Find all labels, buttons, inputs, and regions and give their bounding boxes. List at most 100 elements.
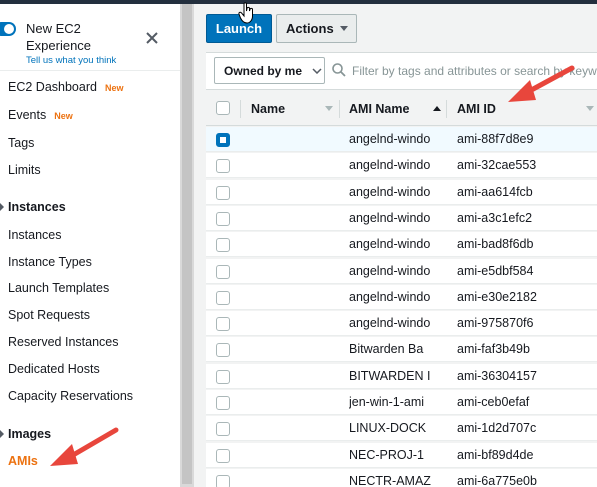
cell-ami-name: LINUX-DOCK	[349, 421, 427, 436]
table-row[interactable]: angelnd-windo ami-e30e2182	[206, 284, 597, 310]
owned-by-select[interactable]: Owned by me	[214, 57, 325, 84]
column-header-name[interactable]: Name	[251, 90, 285, 127]
cell-ami-id: ami-88f7d8e9	[457, 132, 534, 146]
cell-name	[251, 469, 336, 487]
row-checkbox[interactable]	[216, 264, 230, 279]
sidebar-section-instances[interactable]: Instances	[8, 200, 66, 214]
cell-ami-name: angelnd-windo	[349, 289, 431, 304]
experience-toggle[interactable]	[0, 22, 16, 36]
cell-ami-id: ami-36304157	[457, 368, 537, 383]
row-checkbox[interactable]	[216, 369, 230, 384]
cell-ami-id: ami-bad8f6db	[457, 237, 534, 252]
table-row[interactable]: angelnd-windo ami-88f7d8e9	[206, 127, 597, 152]
table-row[interactable]: jen-win-1-ami ami-ceb0efaf	[206, 390, 597, 415]
select-all-checkbox[interactable]	[216, 101, 230, 115]
sort-icon[interactable]	[586, 106, 594, 111]
chevron-down-icon	[339, 26, 348, 31]
cell-ami-name: angelnd-windo	[349, 158, 431, 173]
sidebar-item-limits[interactable]: Limits	[8, 163, 41, 177]
cell-name	[251, 153, 336, 178]
column-header-ami-id[interactable]: AMI ID	[457, 90, 496, 127]
experience-title: New EC2 Experience	[26, 21, 92, 53]
sidebar-item-amis[interactable]: AMIs	[8, 454, 38, 468]
cell-ami-name: angelnd-windo	[349, 316, 431, 331]
row-checkbox[interactable]	[216, 238, 230, 253]
table-row[interactable]: angelnd-windo ami-e5dbf584	[206, 258, 597, 284]
cell-ami-name: angelnd-windo	[349, 237, 431, 252]
sidebar-item-spot-requests[interactable]: Spot Requests	[8, 308, 90, 322]
table-row[interactable]: NEC-PROJ-1 ami-bf89d4de	[206, 442, 597, 468]
cell-ami-id: ami-bf89d4de	[457, 447, 534, 462]
column-header-ami-name[interactable]: AMI Name	[349, 90, 409, 127]
sidebar-item-reserved-instances[interactable]: Reserved Instances	[8, 335, 118, 349]
column-divider	[446, 100, 447, 118]
sidebar-item-ec2-dashboard[interactable]: EC2 Dashboard New	[8, 80, 123, 94]
cell-name	[251, 364, 336, 389]
row-checkbox[interactable]	[216, 185, 230, 200]
caret-down-icon[interactable]	[0, 430, 4, 438]
cell-ami-name: NECTR-AMAZ	[349, 473, 431, 487]
sidebar-item-events[interactable]: Events New	[8, 108, 73, 122]
cell-ami-id: ami-aa614fcb	[457, 184, 533, 199]
table-row[interactable]: angelnd-windo ami-aa614fcb	[206, 179, 597, 205]
scrollbar-thumb[interactable]	[182, 4, 192, 484]
feedback-link[interactable]: Tell us what you think	[26, 55, 116, 66]
cell-ami-name: angelnd-windo	[349, 263, 431, 278]
cell-name	[251, 259, 336, 284]
cell-ami-id: ami-ceb0efaf	[457, 395, 530, 409]
column-divider	[240, 100, 241, 118]
cell-name	[251, 311, 336, 336]
table-row[interactable]: angelnd-windo ami-32cae553	[206, 153, 597, 179]
cell-ami-name: angelnd-windo	[349, 184, 431, 199]
column-divider	[339, 100, 340, 118]
cell-ami-id: ami-e30e2182	[457, 289, 537, 304]
sidebar-item-dedicated-hosts[interactable]: Dedicated Hosts	[8, 362, 100, 376]
cell-ami-id: ami-faf3b49b	[457, 342, 530, 357]
new-badge: New	[54, 111, 73, 121]
sidebar-scrollbar[interactable]	[180, 4, 194, 487]
sidebar-item-capacity-reservations[interactable]: Capacity Reservations	[8, 389, 133, 403]
row-checkbox[interactable]	[216, 159, 230, 174]
cell-ami-id: ami-6a775e0b	[457, 473, 537, 487]
row-checkbox[interactable]	[216, 343, 230, 358]
table-row[interactable]: BITWARDEN I ami-36304157	[206, 363, 597, 389]
sidebar-item-launch-templates[interactable]: Launch Templates	[8, 281, 109, 295]
table-row[interactable]: NECTR-AMAZ ami-6a775e0b	[206, 468, 597, 487]
table-row[interactable]: LINUX-DOCK ami-1d2d707c	[206, 416, 597, 442]
sidebar-item-instances[interactable]: Instances	[8, 228, 62, 242]
row-checkbox[interactable]	[216, 133, 230, 147]
cell-name	[251, 390, 336, 415]
cell-ami-name: jen-win-1-ami	[349, 395, 425, 409]
caret-down-icon[interactable]	[0, 203, 4, 211]
sidebar: New EC2 Experience Tell us what you thin…	[0, 4, 180, 487]
actions-button[interactable]: Actions	[276, 14, 357, 43]
actions-label: Actions	[286, 21, 334, 36]
cell-ami-id: ami-975870f6	[457, 316, 534, 331]
table-row[interactable]: angelnd-windo ami-a3c1efc2	[206, 205, 597, 231]
row-checkbox[interactable]	[216, 211, 230, 226]
cell-name	[251, 416, 336, 441]
new-experience-toggle-panel: New EC2 Experience Tell us what you thin…	[0, 12, 180, 70]
new-badge: New	[104, 83, 124, 93]
table-row[interactable]: angelnd-windo ami-975870f6	[206, 311, 597, 337]
table-row[interactable]: angelnd-windo ami-bad8f6db	[206, 232, 597, 258]
cell-ami-name: BITWARDEN I	[349, 368, 431, 383]
sidebar-item-tags[interactable]: Tags	[8, 136, 34, 150]
row-checkbox[interactable]	[216, 317, 230, 332]
sidebar-divider	[0, 70, 180, 71]
sort-ascending-icon[interactable]	[433, 106, 441, 111]
cell-name	[251, 180, 336, 205]
sort-icon[interactable]	[325, 106, 333, 111]
chevron-down-icon	[312, 67, 322, 74]
row-checkbox[interactable]	[216, 474, 230, 487]
sidebar-item-instance-types[interactable]: Instance Types	[8, 255, 92, 269]
table-row[interactable]: Bitwarden Ba ami-faf3b49b	[206, 337, 597, 363]
sidebar-item-label: EC2 Dashboard	[8, 80, 97, 94]
row-checkbox[interactable]	[216, 448, 230, 463]
close-icon[interactable]	[144, 30, 160, 46]
annotation-arrow-icon	[508, 65, 575, 102]
row-checkbox[interactable]	[216, 290, 230, 305]
row-checkbox[interactable]	[216, 396, 230, 410]
row-checkbox[interactable]	[216, 422, 230, 437]
cell-name	[251, 127, 336, 152]
